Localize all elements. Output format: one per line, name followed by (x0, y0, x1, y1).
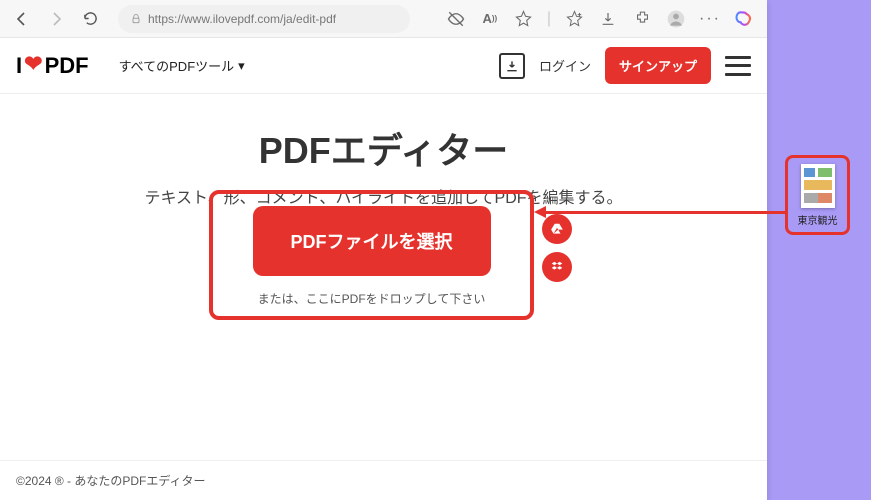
chevron-down-icon: ▾ (238, 58, 245, 74)
signup-button[interactable]: サインアップ (605, 47, 711, 84)
annotation-arrow (544, 211, 787, 214)
dropbox-button[interactable] (542, 252, 572, 282)
file-thumbnail (801, 164, 835, 208)
page-title: PDFエディター (0, 122, 767, 174)
favorite-icon[interactable] (513, 8, 535, 30)
annotation-arrow-head (534, 206, 546, 218)
download-icon[interactable] (597, 8, 619, 30)
heart-icon: ❤ (24, 51, 42, 77)
desktop-app-icon[interactable] (499, 53, 525, 79)
hamburger-menu[interactable] (725, 56, 751, 76)
address-bar[interactable]: https://www.ilovepdf.com/ja/edit-pdf (118, 5, 410, 33)
all-tools-label: すべてのPDFツール (119, 56, 235, 75)
google-drive-button[interactable] (542, 214, 572, 244)
collections-icon[interactable] (563, 8, 585, 30)
forward-button[interactable] (42, 5, 70, 33)
login-link[interactable]: ログイン (539, 56, 591, 75)
all-tools-menu[interactable]: すべてのPDFツール ▾ (119, 56, 245, 75)
desktop-file[interactable]: 東京観光 (785, 155, 850, 235)
file-drop-zone[interactable]: PDFファイルを選択 または、ここにPDFをドロップして下さい (209, 190, 534, 320)
file-label: 東京観光 (798, 212, 838, 227)
select-file-button[interactable]: PDFファイルを選択 (253, 206, 491, 276)
extensions-icon[interactable] (631, 8, 653, 30)
copilot-icon[interactable] (733, 8, 755, 30)
site-header: I ❤ PDF すべてのPDFツール ▾ ログイン サインアップ (0, 38, 767, 94)
drop-hint-text: または、ここにPDFをドロップして下さい (258, 290, 486, 307)
url-text: https://www.ilovepdf.com/ja/edit-pdf (148, 12, 336, 26)
logo-text-1: I (16, 53, 22, 79)
logo-text-2: PDF (45, 53, 89, 79)
footer: ©2024 ® - あなたのPDFエディター (0, 460, 767, 500)
back-button[interactable] (8, 5, 36, 33)
main-content: PDFエディター テキスト、形、コメント、ハイライトを追加してPDFを編集する。… (0, 94, 767, 460)
lock-icon (130, 13, 142, 25)
refresh-button[interactable] (76, 5, 104, 33)
browser-toolbar: https://www.ilovepdf.com/ja/edit-pdf A))… (0, 0, 767, 38)
more-icon[interactable]: ··· (699, 8, 721, 30)
site-logo[interactable]: I ❤ PDF (16, 53, 89, 79)
footer-text: ©2024 ® - あなたのPDFエディター (16, 472, 206, 489)
read-aloud-icon[interactable]: A)) (479, 8, 501, 30)
profile-icon[interactable] (665, 8, 687, 30)
tracking-icon[interactable] (445, 8, 467, 30)
